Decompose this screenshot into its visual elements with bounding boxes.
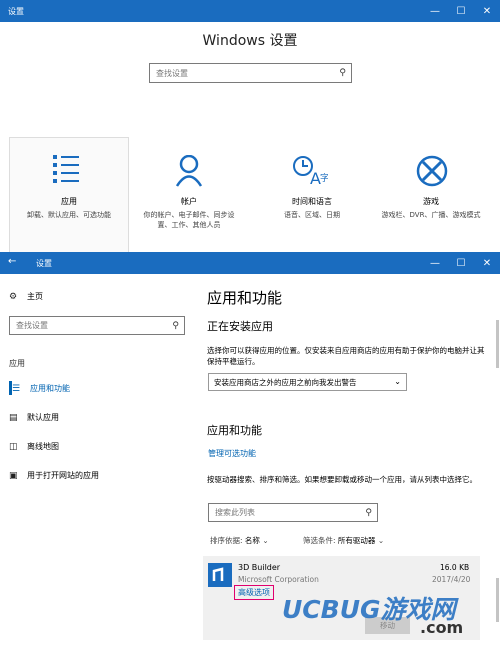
chevron-down-icon: ⌄ — [262, 536, 269, 545]
filter-value: 所有驱动器 — [337, 536, 376, 545]
offline-map-icon: ◫ — [9, 441, 18, 452]
sidebar-item-offline-maps[interactable]: ◫ 离线地图 — [9, 441, 59, 452]
search-input[interactable]: 查找设置 ⚲ — [149, 63, 352, 83]
maximize-button[interactable]: ☐ — [448, 0, 474, 22]
window1-titlebar: 设置 — ☐ ✕ — [0, 0, 500, 22]
watermark-domain: .com — [420, 618, 464, 637]
scrollbar[interactable] — [496, 578, 499, 622]
close-button[interactable]: ✕ — [474, 252, 500, 274]
home-label: 主页 — [27, 292, 43, 301]
app-date: 2017/4/20 — [432, 575, 471, 584]
list-search-input[interactable]: 搜索此列表 ⚲ — [208, 503, 378, 522]
category-name: 帐户 — [181, 197, 197, 206]
minimize-button[interactable]: — — [422, 0, 448, 22]
sidebar-item-default-apps[interactable]: ▤ 默认应用 — [9, 412, 59, 423]
sidebar-item-label: 用于打开网站的应用 — [27, 471, 99, 480]
apps-list-icon — [53, 155, 79, 183]
search-placeholder: 搜索此列表 — [215, 508, 255, 517]
back-button[interactable]: ← — [8, 256, 16, 267]
app-size: 16.0 KB — [440, 563, 470, 572]
person-icon — [175, 155, 203, 187]
sidebar-item-label: 应用和功能 — [30, 384, 70, 393]
section-label: 应用 — [9, 359, 25, 368]
category-desc: 你的帐户、电子邮件、同步设置、工作、其他人员 — [143, 211, 235, 229]
app-publisher: Microsoft Corporation — [238, 575, 319, 584]
minimize-button[interactable]: — — [422, 252, 448, 274]
category-desc: 卸载、默认应用、可选功能 — [27, 211, 111, 219]
search-placeholder: 查找设置 — [16, 321, 48, 330]
sidebar-item-apps-features[interactable]: ☰ 应用和功能 — [12, 383, 70, 394]
chevron-down-icon: ⌄ — [377, 536, 385, 545]
category-name: 应用 — [61, 197, 77, 206]
category-name: 游戏 — [423, 197, 439, 206]
window2-title: 设置 — [36, 259, 52, 268]
time-language-icon: A 字 — [293, 156, 328, 187]
sort-control[interactable]: 排序依据: 名称 ⌄ — [210, 535, 269, 546]
sidebar-search-input[interactable]: 查找设置 ⚲ — [9, 316, 185, 335]
apps-title: 应用和功能 — [207, 424, 262, 437]
chevron-down-icon: ⌄ — [394, 377, 401, 386]
apps-desc: 按驱动器搜索、排序和筛选。如果想要卸载或移动一个应用，请从列表中选择它。 — [207, 475, 477, 484]
xbox-icon — [416, 155, 448, 187]
website-app-icon: ▣ — [9, 470, 18, 481]
maximize-button[interactable]: ☐ — [448, 252, 474, 274]
category-name: 时间和语言 — [292, 197, 332, 206]
page-title: 应用和功能 — [207, 289, 283, 307]
install-source-dropdown[interactable]: 安装应用商店之外的应用之前向我发出警告 ⌄ — [208, 373, 407, 391]
default-apps-icon: ▤ — [9, 412, 18, 423]
installing-title: 正在安装应用 — [207, 320, 273, 333]
svg-text:字: 字 — [320, 172, 328, 184]
sort-value: 名称 — [244, 536, 260, 545]
category-accounts[interactable]: 帐户 你的帐户、电子邮件、同步设置、工作、其他人员 — [140, 192, 238, 230]
category-time-language[interactable]: 时间和语言 语音、区域、日期 — [262, 192, 362, 220]
search-icon: ⚲ — [172, 321, 179, 331]
search-icon: ⚲ — [339, 68, 346, 78]
search-icon: ⚲ — [365, 508, 372, 518]
app-icon — [208, 563, 232, 587]
install-source-value: 安装应用商店之外的应用之前向我发出警告 — [214, 377, 357, 387]
close-button[interactable]: ✕ — [474, 0, 500, 22]
gear-icon: ⚙ — [9, 291, 18, 302]
settings-heading: Windows 设置 — [202, 33, 298, 49]
apps-list-icon: ☰ — [12, 383, 21, 394]
manage-optional-features-link[interactable]: 管理可选功能 — [208, 448, 256, 459]
sidebar-item-label: 离线地图 — [27, 442, 59, 451]
3d-builder-icon — [212, 567, 224, 581]
sort-label: 排序依据: — [210, 536, 243, 545]
sidebar-item-label: 默认应用 — [27, 413, 59, 422]
filter-label: 筛选条件: — [303, 536, 336, 545]
filter-control[interactable]: 筛选条件: 所有驱动器 ⌄ — [303, 535, 384, 546]
sidebar-item-website-apps[interactable]: ▣ 用于打开网站的应用 — [9, 470, 99, 481]
category-apps: 应用 卸载、默认应用、可选功能 — [14, 192, 124, 220]
search-placeholder: 查找设置 — [156, 68, 188, 78]
window2-titlebar: ← 设置 — ☐ ✕ — [0, 252, 500, 274]
sidebar-home[interactable]: ⚙ 主页 — [9, 291, 43, 302]
category-desc: 游戏栏、DVR、广播、游戏模式 — [381, 211, 481, 219]
installing-desc: 选择你可以获得应用的位置。仅安装来自应用商店的应用有助于保护你的电脑并让其保持平… — [207, 346, 485, 366]
scrollbar[interactable] — [496, 320, 499, 368]
window1-title: 设置 — [8, 7, 24, 16]
advanced-options-link[interactable]: 高级选项 — [234, 585, 274, 600]
category-gaming[interactable]: 游戏 游戏栏、DVR、广播、游戏模式 — [381, 192, 481, 220]
category-desc: 语音、区域、日期 — [284, 211, 340, 219]
app-name: 3D Builder — [238, 563, 281, 572]
